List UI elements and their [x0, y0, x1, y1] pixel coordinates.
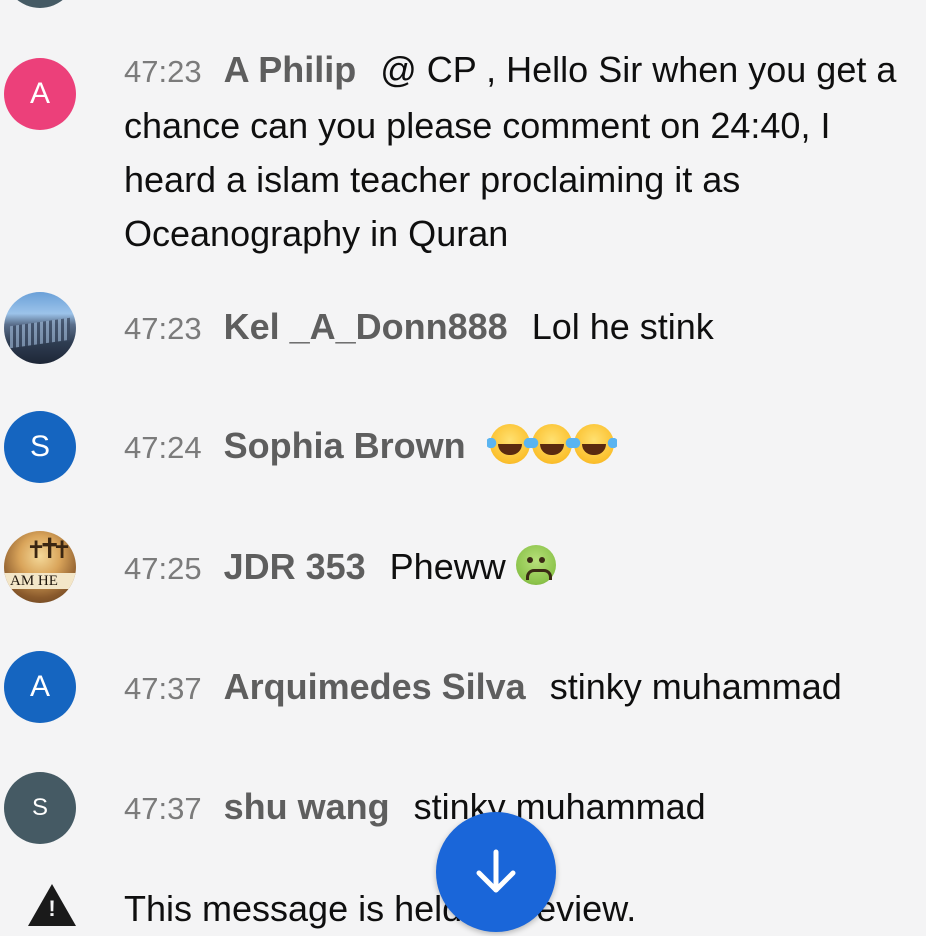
- message-body: 47:24 Sophia Brown: [124, 419, 919, 475]
- message-author[interactable]: Arquimedes Silva: [224, 666, 526, 707]
- live-chat-feed: A 47:23 A Philip @ CP , Hello Sir when you…: [0, 0, 926, 932]
- message-body: 47:37 Arquimedes Silva stinky muhammad: [124, 660, 919, 716]
- avatar-letter: S: [29, 430, 50, 463]
- message-body: 47:23 Kel _A_Donn888 Lol he stink: [124, 300, 919, 356]
- message-text: Pheww: [389, 546, 506, 587]
- message-author[interactable]: JDR 353: [224, 546, 366, 587]
- avatar[interactable]: ✝ ✝ ✝ AM HE: [4, 531, 76, 603]
- avatar-letter: S: [31, 794, 48, 821]
- message-author[interactable]: Sophia Brown: [224, 425, 466, 466]
- message-author[interactable]: shu wang: [224, 786, 390, 827]
- arrow-down-icon: [476, 849, 516, 893]
- message-text: stinky muhammad: [413, 786, 706, 827]
- message-author[interactable]: A Philip: [224, 49, 357, 90]
- tears-of-joy-emoji-icon: [528, 424, 575, 464]
- avatar[interactable]: [4, 292, 76, 364]
- avatar-cut-off[interactable]: [4, 0, 76, 8]
- message-text: stinky muhammad: [549, 666, 842, 707]
- message-timestamp: 47:23: [124, 311, 202, 346]
- message-body: 47:25 JDR 353 Pheww: [124, 540, 919, 596]
- message-timestamp: 47:23: [124, 54, 202, 89]
- tears-of-joy-emoji-icon: [570, 424, 617, 464]
- message-timestamp: 47:25: [124, 551, 202, 586]
- avatar-letter: A: [29, 670, 50, 703]
- message-timestamp: 47:37: [124, 671, 202, 706]
- cross-icon: ✝: [52, 537, 73, 564]
- warning-icon-mark: !: [48, 896, 56, 921]
- nauseated-face-emoji-icon: [515, 545, 556, 585]
- avatar[interactable]: S: [4, 772, 76, 844]
- message-timestamp: 47:37: [124, 791, 202, 826]
- avatar[interactable]: A: [4, 651, 76, 723]
- avatar[interactable]: A: [4, 58, 76, 130]
- message-body: 47:23 A Philip @ CP , Hello Sir when you g…: [124, 43, 919, 261]
- message-author[interactable]: Kel _A_Donn888: [224, 306, 508, 347]
- tears-of-joy-emoji-icon: [486, 424, 533, 464]
- message-timestamp: 47:24: [124, 430, 202, 465]
- scroll-to-bottom-button[interactable]: [436, 812, 556, 932]
- avatar[interactable]: S: [4, 411, 76, 483]
- avatar-letter: A: [29, 77, 50, 110]
- avatar-caption: AM HE: [4, 573, 76, 589]
- message-text: Lol he stink: [531, 306, 714, 347]
